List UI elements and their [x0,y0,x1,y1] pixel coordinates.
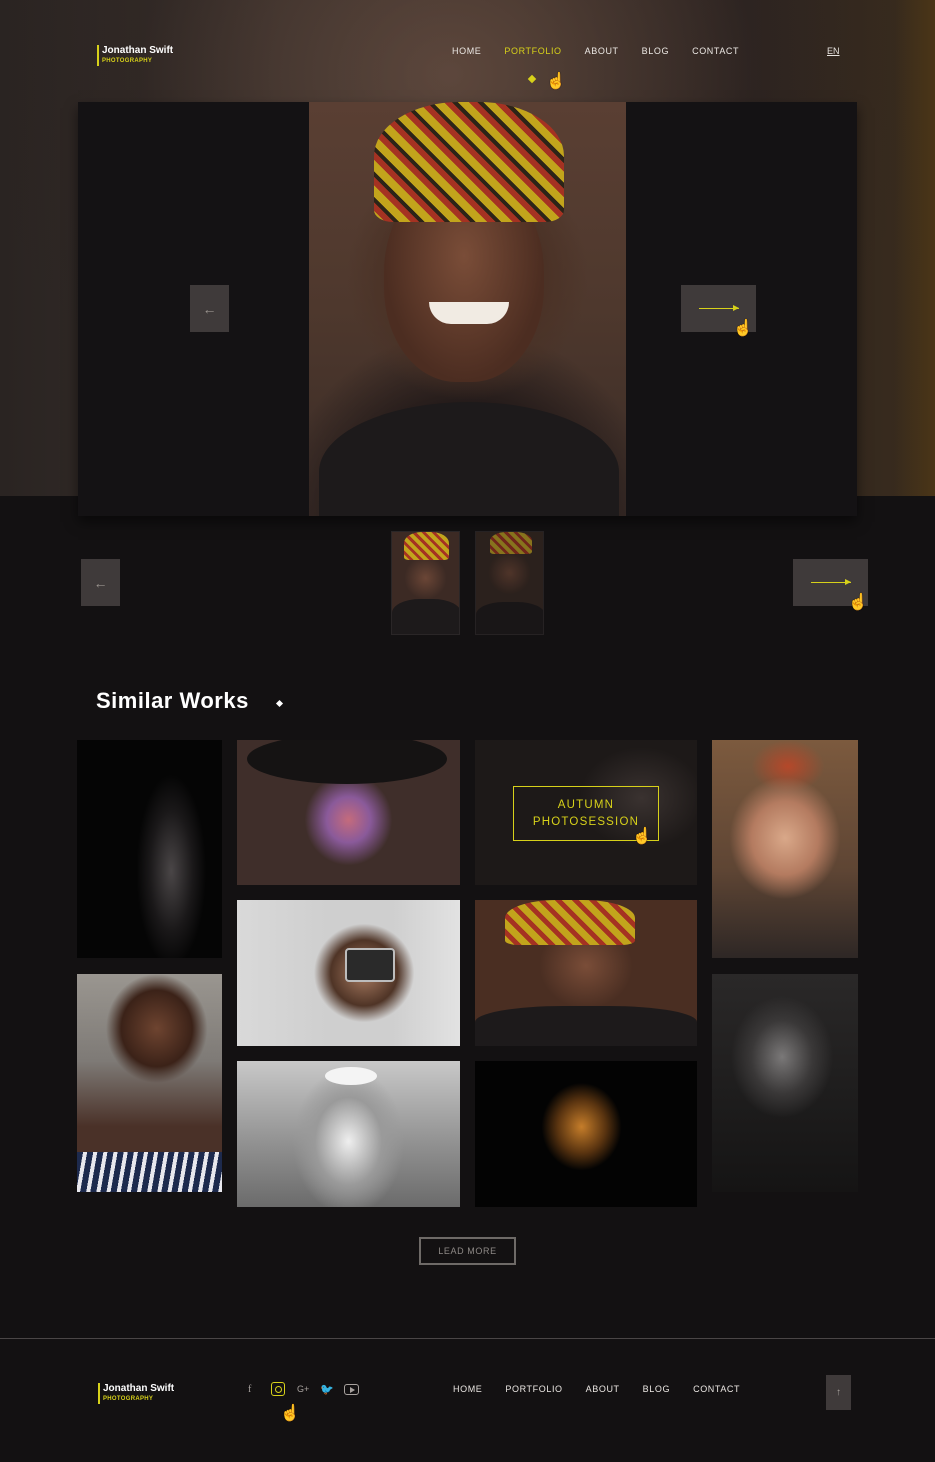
title-diamond-icon [275,699,284,708]
pointer-cursor-icon: ☝ [632,828,652,845]
gallery-item[interactable] [237,740,460,885]
thumbs-prev-button[interactable]: ← [81,559,120,606]
overlay-title-line2: PHOTOSESSION [532,815,640,828]
nav-about[interactable]: ABOUT [585,46,619,56]
footer-nav-portfolio[interactable]: PORTFOLIO [505,1384,562,1394]
gallery-item[interactable] [77,974,222,1192]
arrow-right-icon [698,305,739,311]
instagram-icon[interactable] [271,1382,285,1396]
footer-nav: HOME PORTFOLIO ABOUT BLOG CONTACT [453,1384,763,1394]
arrow-up-icon: ↑ [836,1387,841,1398]
gallery-item[interactable] [712,974,858,1192]
gallery-item[interactable] [237,900,460,1046]
footer-brand-logo[interactable]: Jonathan Swift PHOTOGRAPHY [98,1383,174,1404]
twitter-icon[interactable]: 🐦 [320,1382,334,1396]
section-title: Similar Works [96,688,249,713]
pointer-cursor-icon: ☝ [280,1405,300,1422]
footer-nav-home[interactable]: HOME [453,1384,482,1394]
footer-nav-contact[interactable]: CONTACT [693,1384,740,1394]
thumbnail-2[interactable] [475,531,544,635]
footer-divider [0,1338,935,1339]
nav-portfolio[interactable]: PORTFOLIO [504,46,561,56]
arrow-right-icon [810,579,851,585]
language-switcher[interactable]: EN [827,46,840,56]
main-nav: HOME PORTFOLIO ABOUT BLOG CONTACT [452,46,762,56]
portrait-body [319,402,619,516]
thumbnail-1[interactable] [391,531,460,635]
nav-contact[interactable]: CONTACT [692,46,739,56]
nav-home[interactable]: HOME [452,46,481,56]
footer-brand-tagline: PHOTOGRAPHY [103,1396,154,1402]
back-to-top-button[interactable]: ↑ [826,1375,851,1410]
gallery-item[interactable] [475,900,697,1046]
google-plus-icon[interactable]: G+ [297,1382,309,1396]
slider-prev-button[interactable]: ← [190,285,229,332]
portrait-smile [429,302,509,324]
gallery-item[interactable] [77,740,222,958]
arrow-left-icon: ← [93,574,108,591]
brand-logo[interactable]: Jonathan Swift PHOTOGRAPHY [97,45,173,66]
pointer-cursor-icon: ☝ [733,320,753,337]
arrow-left-icon: ← [202,300,217,317]
overlay-title-line1: AUTUMN [557,798,615,811]
nav-blog[interactable]: BLOG [642,46,669,56]
load-more-button[interactable]: LEAD MORE [419,1237,516,1265]
main-portrait-image [309,102,626,516]
gallery-item[interactable] [237,1061,460,1207]
pointer-cursor-icon: ☝ [848,594,868,611]
pointer-cursor-icon: ☝ [546,73,566,90]
portrait-headwrap [374,102,564,222]
gallery-item[interactable] [712,740,858,958]
brand-name: Jonathan Swift [102,45,174,56]
gallery-item[interactable] [475,1061,697,1207]
footer-brand-name: Jonathan Swift [103,1383,175,1394]
youtube-icon[interactable] [344,1384,359,1395]
footer-nav-about[interactable]: ABOUT [586,1384,620,1394]
facebook-icon[interactable]: f [248,1382,251,1396]
footer-nav-blog[interactable]: BLOG [643,1384,670,1394]
brand-tagline: PHOTOGRAPHY [102,58,153,64]
